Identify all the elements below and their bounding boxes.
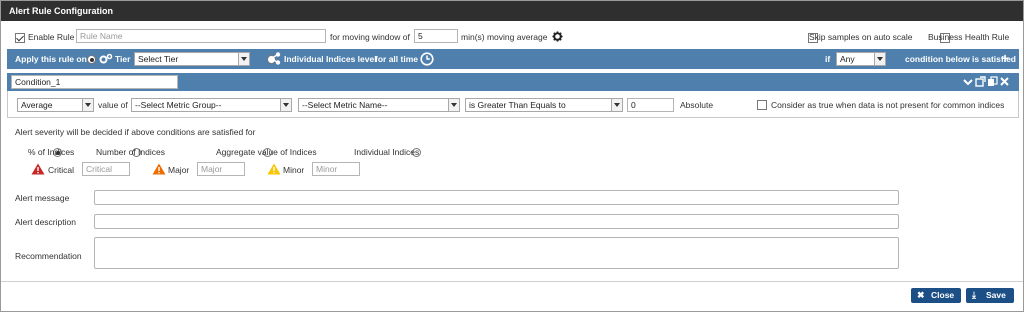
chevron-down-icon: [82, 99, 93, 111]
share-nodes-icon: [268, 52, 281, 65]
alert-message-input[interactable]: [94, 190, 899, 205]
alert-message-label: Alert message: [15, 193, 70, 203]
recommendation-textarea[interactable]: [94, 237, 899, 269]
if-label: if: [825, 54, 831, 64]
save-button[interactable]: ⤓ Save: [966, 288, 1014, 303]
condition-header-bar: [7, 73, 1019, 91]
tier-select[interactable]: Select Tier: [134, 52, 250, 66]
close-button-label: Close: [931, 290, 955, 300]
aggregate-select[interactable]: Average: [17, 98, 94, 112]
minor-input[interactable]: [312, 162, 360, 176]
threshold-input[interactable]: [627, 98, 674, 112]
gears-icon: [99, 53, 113, 64]
chevron-down-icon: [238, 53, 249, 65]
number-indices-label: Number of Indices: [96, 147, 165, 157]
consider-true-label: Consider as true when data is not presen…: [771, 100, 1005, 110]
condition-name-input[interactable]: [11, 75, 178, 89]
dialog-title: Alert Rule Configuration: [1, 1, 1023, 21]
copy-icon[interactable]: [987, 76, 998, 87]
moving-window-input[interactable]: [414, 29, 458, 43]
percent-indices-label: % of Indices: [28, 147, 75, 157]
aggregate-select-value: Average: [21, 100, 53, 110]
close-button[interactable]: ✖ Close: [911, 288, 961, 303]
chevron-down-icon: [874, 53, 885, 65]
critical-input[interactable]: [82, 162, 130, 176]
gear-icon[interactable]: [552, 31, 563, 42]
minor-label: Minor: [283, 165, 305, 175]
chevron-down-icon: [280, 99, 291, 111]
metric-name-value: --Select Metric Name--: [302, 100, 388, 110]
tier-label: Tier: [115, 54, 131, 64]
metric-name-select[interactable]: --Select Metric Name--: [298, 98, 460, 112]
tier-radio[interactable]: [87, 55, 96, 65]
consider-true-checkbox[interactable]: [757, 99, 767, 110]
major-label: Major: [168, 165, 190, 175]
close-icon: ✖: [917, 290, 925, 300]
apply-rule-bar: Apply this rule on Tier Select Tier Indi…: [7, 49, 1019, 69]
moving-window-label: for moving window of: [330, 32, 410, 42]
add-icon[interactable]: +: [1001, 50, 1009, 66]
enable-rule-checkbox[interactable]: [15, 32, 25, 43]
condition-body: Average value of --Select Metric Group--…: [7, 91, 1019, 118]
absolute-label: Absolute: [680, 100, 714, 110]
critical-label: Critical: [48, 165, 74, 175]
clock-icon[interactable]: [420, 52, 434, 66]
chevron-down-icon[interactable]: [963, 77, 973, 87]
metric-group-value: --Select Metric Group--: [135, 100, 222, 110]
alert-description-input[interactable]: [94, 214, 899, 229]
chevron-down-icon: [611, 99, 622, 111]
operator-value: is Greater Than Equals to: [469, 100, 566, 110]
save-button-label: Save: [986, 290, 1006, 300]
save-icon: ⤓: [972, 290, 976, 300]
condition-satisfied-label: condition below is satisfied: [905, 54, 1016, 64]
indices-level-label: Individual Indices level: [284, 54, 377, 64]
value-of-label: value of: [98, 100, 128, 110]
skip-samples-label: Skip samples on auto scale: [809, 32, 913, 42]
major-warning-icon: [152, 163, 166, 175]
export-icon[interactable]: [975, 76, 986, 87]
close-icon[interactable]: [1000, 77, 1009, 86]
major-input[interactable]: [197, 162, 245, 176]
moving-average-label: min(s) moving average: [461, 32, 548, 42]
enable-rule-label: Enable Rule: [28, 32, 75, 42]
severity-heading: Alert severity will be decided if above …: [15, 127, 256, 137]
alert-description-label: Alert description: [15, 217, 76, 227]
critical-warning-icon: [31, 163, 45, 175]
aggregate-indices-label: Aggregate value of Indices: [216, 147, 317, 157]
minor-warning-icon: [267, 163, 281, 175]
footer-divider: [1, 281, 1023, 282]
business-health-label: Business Health Rule: [928, 32, 1010, 42]
apply-rule-label: Apply this rule on: [15, 54, 87, 64]
alert-rule-dialog: Alert Rule Configuration Enable Rule for…: [0, 0, 1024, 312]
chevron-down-icon: [448, 99, 459, 111]
all-time-label: for all time: [375, 54, 418, 64]
rule-name-input[interactable]: [76, 29, 326, 43]
any-select[interactable]: Any: [836, 52, 886, 66]
metric-group-select[interactable]: --Select Metric Group--: [131, 98, 292, 112]
any-select-value: Any: [840, 54, 855, 64]
tier-select-value: Select Tier: [138, 54, 179, 64]
operator-select[interactable]: is Greater Than Equals to: [465, 98, 623, 112]
individual-indices-label: Individual Indices: [354, 147, 420, 157]
recommendation-label: Recommendation: [15, 251, 82, 261]
